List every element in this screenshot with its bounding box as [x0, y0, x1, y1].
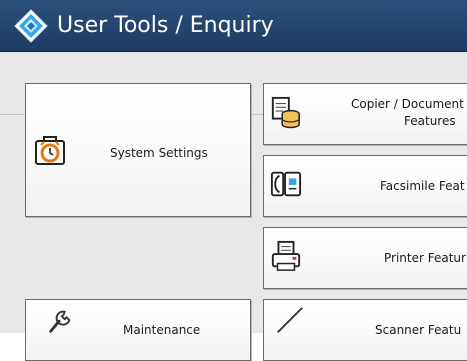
- facsimile-icon: [270, 171, 302, 197]
- scanner-icon: [277, 307, 303, 333]
- maintenance-button[interactable]: Maintenance: [25, 299, 251, 361]
- wrench-icon: [49, 310, 71, 333]
- alarm-clock-case-icon: [35, 136, 65, 165]
- copier-label-line1: Copier / Document: [351, 97, 464, 111]
- page-title: User Tools / Enquiry: [57, 13, 274, 38]
- facsimile-features-button[interactable]: Facsimile Feat: [263, 155, 467, 217]
- copier-document-server-icon: [271, 96, 300, 129]
- copier-document-features-button[interactable]: Copier / Document Features: [263, 83, 467, 145]
- printer-label: Printer Featur: [384, 251, 466, 265]
- system-settings-label: System Settings: [110, 146, 208, 160]
- printer-features-button[interactable]: Printer Featur: [263, 227, 467, 289]
- copier-label-line2: Features: [404, 114, 456, 128]
- scanner-features-button[interactable]: Scanner Featu: [263, 299, 467, 361]
- maintenance-label: Maintenance: [123, 323, 201, 337]
- system-settings-button[interactable]: System Settings: [25, 83, 251, 217]
- title-bar: User Tools / Enquiry: [0, 0, 467, 52]
- facsimile-label: Facsimile Feat: [380, 179, 465, 193]
- printer-icon: [271, 240, 301, 271]
- user-tools-icon: [14, 9, 48, 43]
- main-content: System Settings Maintenance Copier / Doc…: [0, 52, 467, 361]
- scanner-label: Scanner Featu: [375, 323, 462, 337]
